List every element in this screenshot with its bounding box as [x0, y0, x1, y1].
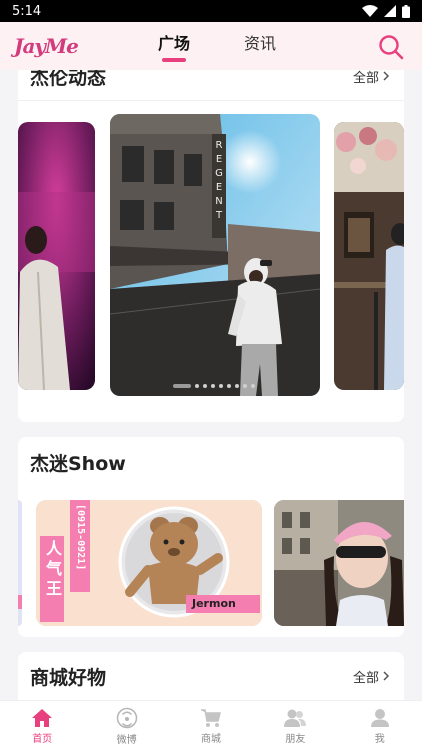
nav-weibo-label: 微博	[116, 734, 137, 746]
carousel-dot[interactable]	[211, 384, 215, 388]
nav-friends-label: 朋友	[285, 733, 306, 745]
selfie-photo	[274, 500, 404, 626]
nav-mall-label: 商城	[200, 733, 221, 745]
home-icon	[32, 708, 53, 727]
concert-photo	[18, 122, 95, 390]
carousel-slide-next[interactable]	[334, 122, 404, 390]
header-tabs: 广场 资讯	[158, 30, 276, 62]
svg-text:T: T	[215, 210, 223, 221]
carousel-dot[interactable]	[251, 384, 255, 388]
carousel-dot[interactable]	[235, 384, 239, 388]
carousel-dot[interactable]	[203, 384, 207, 388]
weibo-icon	[116, 707, 137, 728]
bottom-nav: 首页 微博 商城 朋友 我	[0, 700, 422, 751]
svg-text:E: E	[216, 154, 222, 165]
carousel-dot[interactable]	[219, 384, 223, 388]
nav-weibo[interactable]: 微博	[92, 707, 162, 746]
fan-show-header: 杰迷Show	[18, 437, 404, 487]
carousel-slide-prev[interactable]	[18, 122, 95, 390]
friends-icon	[284, 709, 307, 727]
jay-news-card: 杰伦动态 全部 R E G E N T	[18, 52, 404, 422]
person-icon	[370, 708, 389, 727]
street-photo: R E G E N T	[110, 114, 320, 396]
fan-show-title: 杰迷Show	[30, 452, 126, 475]
nav-me-label: 我	[374, 733, 385, 745]
chevron-right-icon	[383, 671, 390, 681]
fan-show-slide-prev[interactable]	[18, 500, 22, 626]
svg-text:R: R	[216, 140, 223, 151]
fan-show-slide-next[interactable]	[274, 500, 404, 626]
search-icon[interactable]	[378, 34, 404, 60]
nav-me[interactable]: 我	[345, 708, 415, 745]
signal-icon	[384, 5, 396, 17]
status-time: 5:14	[12, 3, 42, 19]
fan-show-prev-photo	[18, 500, 22, 626]
nav-mall[interactable]: 商城	[176, 708, 246, 745]
tab-news[interactable]: 资讯	[244, 30, 276, 62]
mall-header: 商城好物 全部	[18, 652, 404, 700]
fan-show-card: 杰迷Show [0915-0921] 人气王 Jermon	[18, 437, 404, 637]
popularity-badge: 人气王	[43, 540, 62, 600]
section-divider	[18, 100, 404, 101]
tab-square[interactable]: 广场	[158, 30, 190, 62]
carousel-dot[interactable]	[227, 384, 231, 388]
carousel-dot[interactable]	[243, 384, 247, 388]
battery-icon	[402, 4, 410, 18]
cart-icon	[200, 708, 221, 727]
nav-home[interactable]: 首页	[7, 708, 77, 745]
carousel-dot[interactable]	[173, 384, 191, 388]
wifi-icon	[362, 5, 378, 17]
user-name-tag: Jermon	[192, 597, 236, 610]
fan-show-slide-active[interactable]: [0915-0921] 人气王 Jermon	[36, 500, 262, 626]
app-logo[interactable]: JayMe	[14, 34, 79, 58]
nav-home-label: 首页	[32, 733, 53, 745]
top-header: JayMe 广场 资讯	[0, 22, 422, 70]
svg-text:E: E	[216, 182, 222, 193]
date-range-label: [0915-0921]	[75, 504, 86, 571]
mall-title: 商城好物	[30, 666, 107, 689]
restaurant-photo	[334, 122, 404, 390]
carousel-indicator	[173, 384, 255, 388]
chevron-right-icon	[383, 71, 390, 81]
carousel-slide-active[interactable]: R E G E N T	[110, 114, 320, 396]
see-all-label: 全部	[352, 670, 379, 686]
svg-text:G: G	[215, 168, 223, 179]
nav-friends[interactable]: 朋友	[260, 708, 330, 745]
status-bar: 5:14	[0, 0, 422, 22]
svg-text:N: N	[215, 196, 222, 207]
carousel-dot[interactable]	[195, 384, 199, 388]
mall-see-all[interactable]: 全部	[353, 667, 390, 686]
